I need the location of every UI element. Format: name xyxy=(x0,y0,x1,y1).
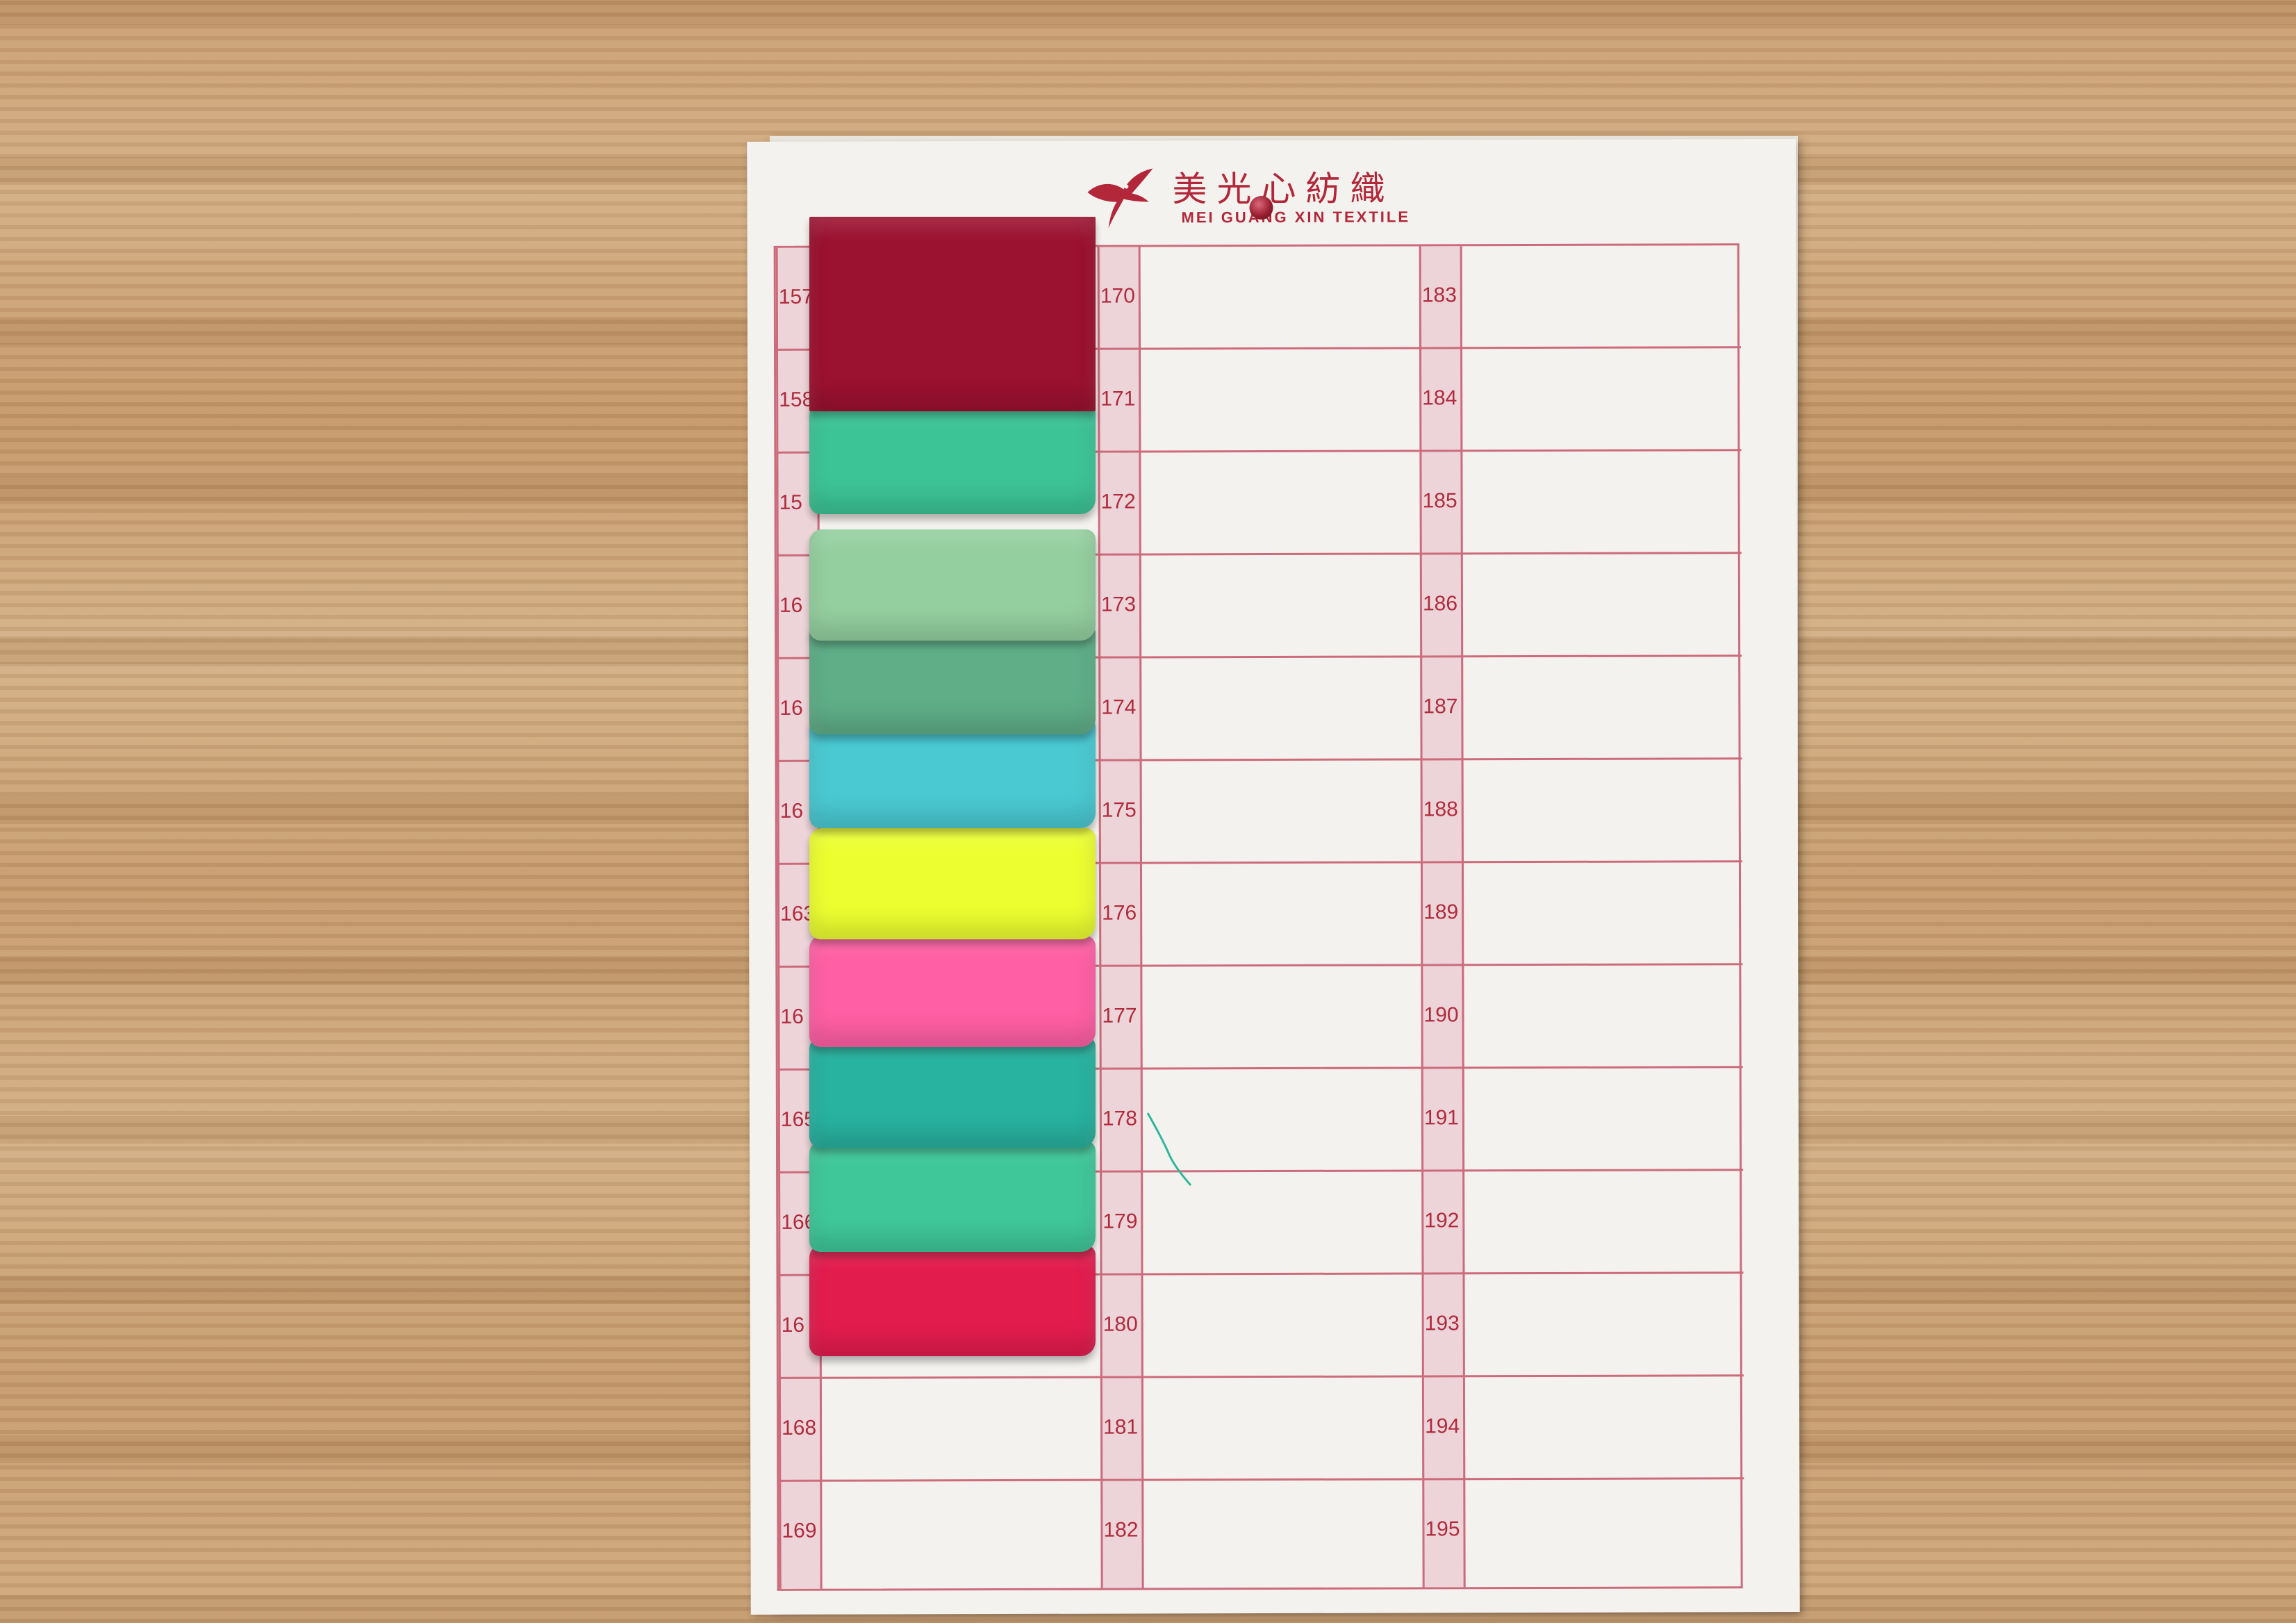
grid-cell: 193 xyxy=(1421,1274,1744,1378)
grid-cell: 187 xyxy=(1420,657,1742,761)
cell-number: 174 xyxy=(1101,695,1137,719)
grid-column-2: 170 171 172 173 174 175 176 177 178 179 … xyxy=(1097,246,1423,1588)
grid-cell: 186 xyxy=(1419,554,1742,658)
cell-number: 186 xyxy=(1422,592,1458,616)
cell-number: 190 xyxy=(1423,1003,1459,1027)
loose-thread-icon xyxy=(1146,1112,1192,1186)
grid-cell: 191 xyxy=(1421,1068,1744,1172)
grid-cell: 195 xyxy=(1422,1479,1744,1583)
grid-cell: 194 xyxy=(1421,1376,1744,1481)
cell-number: 177 xyxy=(1102,1004,1137,1028)
grid-cell: 190 xyxy=(1421,965,1743,1069)
cell-number: 168 xyxy=(782,1416,817,1440)
cell-number: 179 xyxy=(1102,1210,1138,1233)
fabric-swatch-stack xyxy=(809,217,1101,1377)
rivet-icon xyxy=(1249,195,1273,220)
teal-swatch xyxy=(809,1037,1096,1148)
mint-green-swatch xyxy=(809,403,1096,514)
cell-number: 170 xyxy=(1100,284,1135,308)
grid-cell: 168 xyxy=(778,1378,1101,1482)
cell-number: 182 xyxy=(1103,1518,1139,1542)
cell-number: 183 xyxy=(1421,283,1457,307)
cell-number: 176 xyxy=(1102,901,1137,925)
grid-cell: 177 xyxy=(1099,966,1421,1070)
grid-cell: 174 xyxy=(1098,657,1421,761)
grid-cell: 170 xyxy=(1097,246,1420,350)
brand-name-english: MEI GUANG XIN TEXTILE xyxy=(1181,208,1411,226)
grid-cell: 181 xyxy=(1100,1377,1423,1481)
jade-swatch xyxy=(809,1141,1096,1252)
grid-cell: 172 xyxy=(1098,452,1420,556)
grid-cell: 185 xyxy=(1419,451,1742,555)
cell-number: 180 xyxy=(1102,1312,1138,1336)
cell-number: 172 xyxy=(1100,490,1136,513)
grid-cell: 171 xyxy=(1098,349,1420,453)
cell-number: 169 xyxy=(782,1519,817,1542)
cell-number: 184 xyxy=(1422,386,1457,410)
burgundy-swatch xyxy=(809,217,1096,411)
cell-number: 192 xyxy=(1424,1209,1460,1233)
cell-number: 195 xyxy=(1425,1517,1460,1541)
cell-number: 188 xyxy=(1423,798,1458,821)
grid-cell: 183 xyxy=(1419,245,1742,349)
grid-column-3: 183 184 185 186 187 188 189 190 191 192 … xyxy=(1419,245,1744,1588)
cell-number: 191 xyxy=(1423,1106,1460,1130)
neon-pink-swatch xyxy=(809,936,1096,1047)
neon-yellow-swatch xyxy=(809,828,1096,939)
grid-cell: 188 xyxy=(1420,759,1742,864)
grid-cell: 180 xyxy=(1100,1274,1422,1378)
grid-cell: 175 xyxy=(1098,760,1421,864)
brand-name-chinese: 美光心紡織 xyxy=(1172,168,1395,210)
grid-cell: 176 xyxy=(1098,863,1421,967)
cell-number: 185 xyxy=(1422,489,1457,513)
red-swatch xyxy=(809,1245,1096,1356)
cell-number: 171 xyxy=(1100,387,1136,411)
cell-number: 178 xyxy=(1102,1107,1138,1130)
grid-cell: 184 xyxy=(1419,348,1742,452)
grid-cell: 169 xyxy=(779,1481,1100,1585)
cell-number: 187 xyxy=(1423,695,1458,718)
grid-cell: 182 xyxy=(1100,1480,1422,1583)
cell-number: 193 xyxy=(1424,1312,1460,1335)
grid-cell: 189 xyxy=(1420,862,1743,966)
cell-number: 175 xyxy=(1101,798,1137,822)
grid-cell: 173 xyxy=(1098,554,1421,659)
grid-cell: 192 xyxy=(1421,1171,1744,1275)
cell-number: 194 xyxy=(1425,1415,1460,1438)
cell-number: 181 xyxy=(1103,1415,1139,1439)
cell-number: 173 xyxy=(1100,593,1137,616)
cell-number: 189 xyxy=(1423,900,1459,924)
sage-green-swatch xyxy=(809,529,1096,641)
